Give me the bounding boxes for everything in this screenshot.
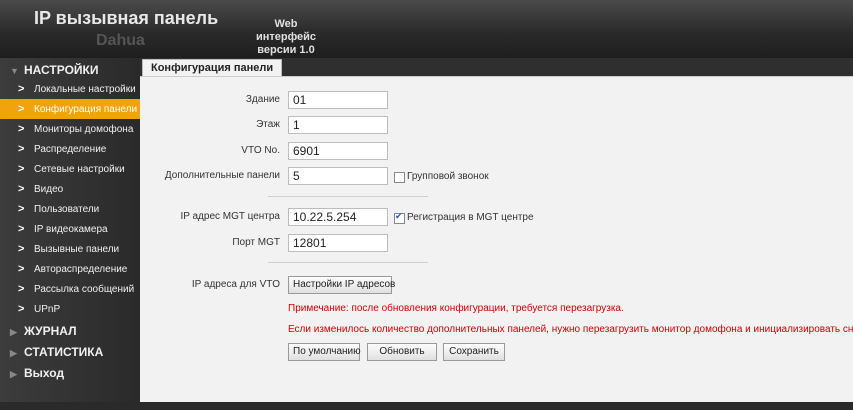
sidebar-group-statistics[interactable]: ▶ СТАТИСТИКА	[10, 343, 103, 361]
sidebar-group-log[interactable]: ▶ ЖУРНАЛ	[10, 322, 77, 340]
footer-bar	[0, 402, 853, 410]
vto-number-input[interactable]	[288, 142, 388, 160]
sidebar-group-label: ЖУРНАЛ	[24, 324, 77, 338]
chevron-right-icon: >	[18, 303, 25, 315]
default-button[interactable]: По умолчанию	[288, 343, 361, 361]
sidebar-item-call-panels[interactable]: > Вызывные панели	[0, 239, 140, 259]
mgt-port-label: Порт MGT	[232, 237, 280, 248]
sidebar-item-label: Локальные настройки	[34, 84, 136, 95]
sidebar-item-label: Распределение	[34, 144, 107, 155]
web-version-label: Web интерфейс версии 1.0	[246, 18, 326, 57]
sidebar-item-label: Видео	[34, 184, 64, 195]
sidebar-item-messages[interactable]: > Рассылка сообщений	[0, 279, 140, 299]
save-button[interactable]: Сохранить	[443, 343, 505, 361]
floor-label: Этаж	[256, 119, 280, 130]
building-label: Здание	[245, 94, 280, 105]
sidebar-item-label: UPnP	[34, 304, 61, 315]
floor-input[interactable]	[288, 116, 388, 134]
sidebar-group-label: НАСТРОЙКИ	[24, 63, 99, 77]
vto-ip-label: IP адреса для VTO	[191, 279, 280, 290]
sidebar-item-panel-config[interactable]: > Конфигурация панели	[0, 99, 140, 119]
chevron-right-icon: >	[18, 123, 25, 135]
sidebar-item-label: Рассылка сообщений	[34, 284, 135, 295]
panels-change-warning: Если изменилось количество дополнительны…	[288, 324, 853, 335]
chevron-right-icon: >	[18, 163, 25, 175]
sidebar-item-label: Пользователи	[34, 204, 100, 215]
sidebar-item-label: IP видеокамера	[34, 224, 108, 235]
sidebar-item-ip-camera[interactable]: > IP видеокамера	[0, 219, 140, 239]
chevron-right-icon: >	[18, 103, 25, 115]
expand-triangle-icon: ▼	[10, 66, 19, 76]
vto-number-label: VTO No.	[241, 145, 280, 156]
sidebar-item-network[interactable]: > Сетевые настройки	[0, 159, 140, 179]
chevron-right-icon: >	[18, 263, 25, 275]
sidebar-item-local-settings[interactable]: > Локальные настройки	[0, 79, 140, 99]
sidebar-item-label: Автораспределение	[34, 264, 128, 275]
building-input[interactable]	[288, 91, 388, 109]
brand-label: Dahua	[96, 32, 145, 49]
sidebar-item-label: Сетевые настройки	[34, 164, 125, 175]
sidebar-item-monitors[interactable]: > Мониторы домофона	[0, 119, 140, 139]
sidebar-item-users[interactable]: > Пользователи	[0, 199, 140, 219]
web-version-line1: Web интерфейс	[255, 18, 317, 43]
group-call-checkbox[interactable]	[394, 172, 405, 183]
sidebar-group-label: Выход	[24, 366, 65, 380]
collapse-triangle-icon: ▶	[10, 348, 17, 358]
chevron-right-icon: >	[18, 243, 25, 255]
tab-panel-config[interactable]: Конфигурация панели	[142, 59, 283, 77]
web-version-line2: версии 1.0	[257, 44, 315, 56]
sidebar-group-settings[interactable]: ▼ НАСТРОЙКИ	[10, 61, 98, 79]
refresh-button[interactable]: Обновить	[367, 343, 437, 361]
chevron-right-icon: >	[18, 283, 25, 295]
chevron-right-icon: >	[18, 203, 25, 215]
collapse-triangle-icon: ▶	[10, 327, 17, 337]
ip-settings-button[interactable]: Настройки IP адресов	[288, 276, 395, 294]
sidebar-group-logout[interactable]: ▶ Выход	[10, 364, 64, 382]
sidebar-item-label: Вызывные панели	[34, 244, 120, 255]
chevron-right-icon: >	[18, 143, 25, 155]
sidebar-group-label: СТАТИСТИКА	[24, 345, 104, 359]
header: IP вызывная панель Dahua Web интерфейс в…	[0, 0, 853, 58]
sidebar-item-label: Конфигурация панели	[34, 104, 138, 115]
sidebar-item-auto-distribution[interactable]: > Автораспределение	[0, 259, 140, 279]
mgt-ip-label: IP адрес MGT центра	[180, 211, 280, 222]
mgt-registration-label: Регистрация в MGT центре	[407, 212, 534, 223]
sidebar-item-label: Мониторы домофона	[34, 124, 134, 135]
reboot-note: Примечание: после обновления конфигураци…	[288, 303, 624, 314]
sidebar-item-distribution[interactable]: > Распределение	[0, 139, 140, 159]
chevron-right-icon: >	[18, 83, 25, 95]
mgt-port-input[interactable]	[288, 234, 388, 252]
collapse-triangle-icon: ▶	[10, 369, 17, 379]
mgt-registration-checkbox[interactable]	[394, 211, 405, 224]
sidebar: ▼ НАСТРОЙКИ > Локальные настройки > Конфигу…	[0, 58, 140, 410]
sidebar-item-video[interactable]: > Видео	[0, 179, 140, 199]
group-call-label: Групповой звонок	[407, 171, 489, 182]
extra-panels-input[interactable]	[288, 167, 388, 185]
chevron-right-icon: >	[18, 183, 25, 195]
chevron-right-icon: >	[18, 223, 25, 235]
sidebar-item-upnp[interactable]: > UPnP	[0, 299, 140, 319]
divider	[268, 262, 428, 263]
divider	[268, 196, 428, 197]
app-title: IP вызывная панель	[34, 8, 219, 28]
extra-panels-label: Дополнительные панели	[164, 170, 280, 181]
mgt-ip-input[interactable]	[288, 208, 388, 226]
